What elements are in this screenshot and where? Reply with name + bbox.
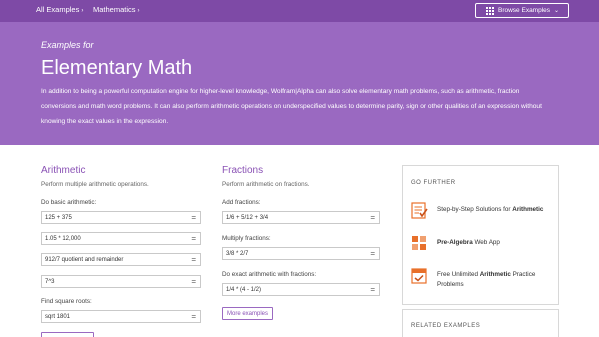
go-further-item-text[interactable]: Free Unlimited Arithmetic Practice Probl…: [437, 270, 557, 290]
go-further-item-text[interactable]: Step-by-Step Solutions for Arithmetic: [437, 205, 557, 215]
browse-examples-button[interactable]: Browse Examples ⌄: [475, 3, 569, 18]
example-input[interactable]: 1/4 * (4 - 1/2) =: [222, 283, 380, 296]
equals-icon[interactable]: =: [370, 285, 375, 294]
hero-banner: Examples for Elementary Math In addition…: [0, 22, 599, 145]
browse-examples-label: Browse Examples: [498, 7, 551, 14]
equals-icon[interactable]: =: [370, 213, 375, 222]
example-input-text[interactable]: sqrt 1801: [45, 314, 70, 320]
square-roots-label: Find square roots:: [41, 298, 92, 305]
more-examples-button[interactable]: More examples: [222, 307, 273, 320]
example-input[interactable]: sqrt 1801 =: [41, 310, 201, 323]
example-input[interactable]: 125 + 375 =: [41, 211, 201, 224]
hero-description: In addition to being a powerful computat…: [41, 88, 542, 125]
chevron-down-icon: ⌄: [554, 8, 560, 14]
grid-icon: [486, 6, 494, 15]
web-app-icon: [412, 236, 426, 250]
basic-arithmetic-label: Do basic arithmetic:: [41, 199, 97, 206]
chevron-right-icon: ›: [81, 8, 84, 14]
fractions-description: Perform arithmetic on fractions.: [222, 181, 310, 188]
breadcrumb-mathematics[interactable]: Mathematics ›: [93, 5, 140, 14]
more-examples-button[interactable]: [41, 332, 94, 337]
fractions-section: Fractions Perform arithmetic on fraction…: [222, 165, 387, 325]
equals-icon[interactable]: =: [191, 213, 196, 222]
go-further-item-text[interactable]: Pre-Algebra Web App: [437, 238, 557, 248]
example-input[interactable]: 3/8 * 2/7 =: [222, 247, 380, 260]
arithmetic-section: Arithmetic Perform multiple arithmetic o…: [41, 165, 206, 337]
arithmetic-title: Arithmetic: [41, 165, 86, 176]
example-input-text[interactable]: 3/8 * 2/7: [226, 251, 248, 257]
arithmetic-description: Perform multiple arithmetic operations.: [41, 181, 149, 188]
chevron-right-icon: ›: [137, 8, 140, 14]
example-input[interactable]: 1/6 + 5/12 + 3/4 =: [222, 211, 380, 224]
exact-arithmetic-label: Do exact arithmetic with fractions:: [222, 271, 317, 278]
related-examples-heading: RELATED EXAMPLES: [411, 323, 481, 329]
example-input[interactable]: 1.05 * 12,000 =: [41, 232, 201, 245]
go-further-step-by-step-link[interactable]: Step-by-Step Solutions for Arithmetic: [411, 202, 556, 226]
fractions-title: Fractions: [222, 165, 264, 176]
breadcrumb-label[interactable]: All Examples: [36, 5, 79, 14]
equals-icon[interactable]: =: [191, 277, 196, 286]
example-input[interactable]: 912/7 quotient and remainder =: [41, 253, 201, 266]
equals-icon[interactable]: =: [191, 312, 196, 321]
breadcrumb-label[interactable]: Mathematics: [93, 5, 136, 14]
equals-icon[interactable]: =: [191, 234, 196, 243]
related-examples-panel: RELATED EXAMPLES: [402, 309, 559, 337]
example-input-text[interactable]: 125 + 375: [45, 215, 72, 221]
go-further-web-app-link[interactable]: Pre-Algebra Web App: [411, 235, 556, 259]
add-fractions-label: Add fractions:: [222, 199, 261, 206]
go-further-heading: GO FURTHER: [411, 180, 456, 186]
breadcrumb-all-examples[interactable]: All Examples ›: [36, 5, 83, 14]
go-further-practice-link[interactable]: Free Unlimited Arithmetic Practice Probl…: [411, 267, 556, 291]
practice-problems-icon: [411, 268, 427, 284]
go-further-panel: GO FURTHER Step-by-Step Solutions for Ar…: [402, 165, 559, 305]
example-input-text[interactable]: 1/4 * (4 - 1/2): [226, 287, 261, 293]
example-input-text[interactable]: 1.05 * 12,000: [45, 236, 81, 242]
page-title: Elementary Math: [41, 57, 193, 79]
example-input-text[interactable]: 912/7 quotient and remainder: [45, 257, 123, 263]
example-input-text[interactable]: 1/6 + 5/12 + 3/4: [226, 215, 268, 221]
hero-subtitle: Examples for: [41, 40, 94, 50]
equals-icon[interactable]: =: [191, 255, 196, 264]
equals-icon[interactable]: =: [370, 249, 375, 258]
example-input[interactable]: 7^3 =: [41, 275, 201, 288]
multiply-fractions-label: Multiply fractions:: [222, 235, 271, 242]
step-by-step-icon: [411, 202, 428, 219]
example-input-text[interactable]: 7^3: [45, 279, 55, 285]
top-nav-bar: All Examples › Mathematics › Browse Exampl…: [0, 0, 599, 22]
